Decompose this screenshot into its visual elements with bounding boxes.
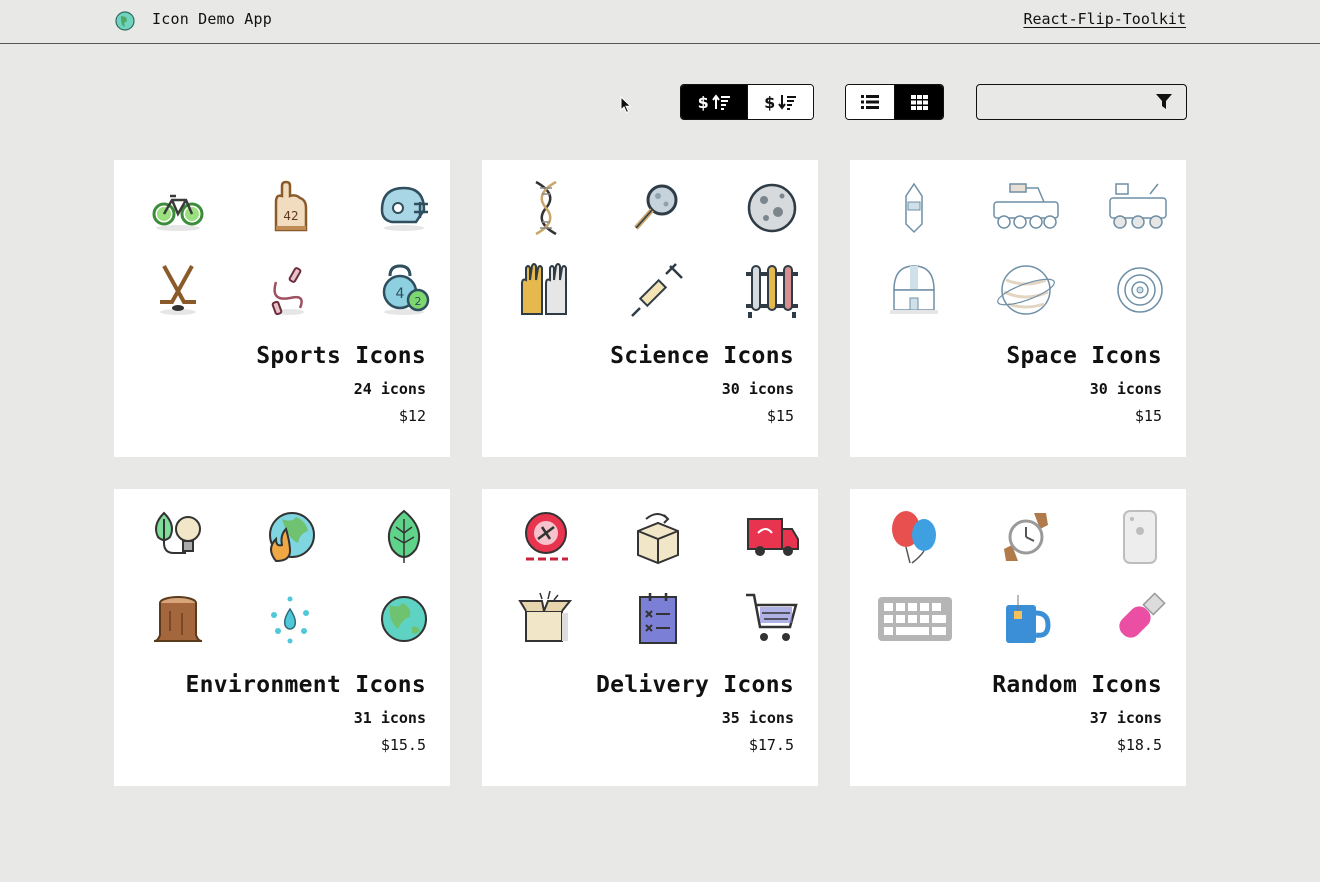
- dna-icon: [535, 180, 557, 236]
- tree-stump-icon: [153, 596, 203, 642]
- environment-icons-card[interactable]: Environment Icons 31 icons $15.5: [114, 489, 450, 786]
- phone-icon: [1123, 510, 1157, 564]
- wristwatch-icon: [1004, 513, 1048, 561]
- sort-amount-down-icon: [778, 95, 797, 110]
- dollar-label: $: [764, 92, 776, 112]
- water-drops-icon: [271, 596, 309, 644]
- sort-price-descending-button[interactable]: $: [746, 85, 813, 119]
- react-flip-toolkit-link[interactable]: React-Flip-Toolkit: [1023, 10, 1186, 28]
- delivery-icons-card[interactable]: Delivery Icons 35 icons $17.5: [482, 489, 818, 786]
- grid-view-button[interactable]: [894, 85, 943, 119]
- card-icon-count: 37 icons: [1089, 709, 1162, 727]
- card-icon-count: 31 icons: [353, 709, 426, 727]
- list-view-button[interactable]: [846, 85, 894, 119]
- earth-icon: [381, 596, 427, 642]
- air-delivery-badge-icon: [525, 512, 568, 561]
- jump-rope-icon: [271, 267, 304, 316]
- filter-field: [976, 84, 1187, 120]
- app-title: Icon Demo App: [152, 10, 272, 28]
- lab-gloves-icon: [521, 263, 567, 315]
- open-box-icon: [518, 591, 573, 642]
- burning-earth-icon: [269, 512, 315, 563]
- mars-rover-icon: [1109, 183, 1167, 229]
- test-tubes-icon: [746, 265, 798, 318]
- card-icon-count: 35 icons: [721, 709, 794, 727]
- science-icons-card[interactable]: Science Icons 30 icons $15: [482, 160, 818, 457]
- orbit-target-icon: [1117, 267, 1163, 313]
- card-title: Sports Icons: [256, 343, 426, 369]
- moon-rover-icon: [993, 183, 1059, 229]
- space-icons-card[interactable]: Space Icons 30 icons $15: [850, 160, 1186, 457]
- checklist-icon: [639, 593, 677, 644]
- magnifying-glass-icon: [634, 184, 678, 230]
- kettlebells-icon: 4 2: [382, 264, 430, 315]
- card-title: Environment Icons: [185, 672, 426, 698]
- leaf-bulb-icon: [155, 511, 201, 554]
- grid-icon: [910, 94, 928, 110]
- list-icon: [861, 95, 879, 109]
- syringe-icon: [631, 263, 683, 317]
- planet-icon: [997, 265, 1055, 315]
- moon-icon: [747, 183, 797, 233]
- foam-finger-icon: 42: [274, 180, 308, 232]
- balloons-icon: [892, 511, 936, 564]
- usb-drive-icon: [1119, 592, 1166, 638]
- package-return-icon: [637, 513, 679, 565]
- random-icons-card[interactable]: Random Icons 37 icons $18.5: [850, 489, 1186, 786]
- leaf-icon: [388, 509, 420, 563]
- tea-mug-icon: [1006, 595, 1051, 643]
- sort-amount-up-icon: [712, 94, 730, 110]
- svg-text:2: 2: [415, 295, 422, 308]
- globe-logo-icon: [115, 11, 135, 31]
- mouse-cursor-icon: [620, 96, 632, 114]
- keyboard-icon: [878, 597, 952, 641]
- sports-icons-card[interactable]: 42 4 2 Sports Icons 24 icons $12: [114, 160, 450, 457]
- filter-icon[interactable]: [1156, 94, 1172, 110]
- hockey-sticks-icon: [160, 265, 196, 315]
- shopping-cart-icon: [746, 593, 798, 641]
- observatory-icon: [890, 265, 938, 314]
- card-price: $15: [766, 407, 794, 425]
- app-header: Icon Demo App React-Flip-Toolkit: [0, 0, 1320, 44]
- card-title: Science Icons: [610, 343, 794, 369]
- view-toggle-group: [845, 84, 944, 120]
- bicycle-icon: [152, 194, 204, 231]
- card-icon-count: 30 icons: [721, 380, 794, 398]
- card-price: $12: [398, 407, 426, 425]
- space-capsule-icon: [905, 182, 923, 234]
- card-icon-count: 30 icons: [1089, 380, 1162, 398]
- filter-input[interactable]: [977, 85, 1147, 119]
- sort-price-ascending-button[interactable]: $: [681, 85, 747, 119]
- card-price: $17.5: [748, 736, 794, 754]
- dollar-label: $: [697, 92, 709, 112]
- football-helmet-icon: [380, 186, 428, 231]
- delivery-truck-icon: [747, 518, 799, 556]
- sort-toggle-group: $ $: [680, 84, 814, 120]
- card-price: $15.5: [380, 736, 426, 754]
- card-title: Space Icons: [1006, 343, 1162, 369]
- card-price: $15: [1134, 407, 1162, 425]
- card-title: Delivery Icons: [595, 672, 794, 698]
- svg-text:42: 42: [283, 209, 298, 223]
- card-icon-count: 24 icons: [353, 380, 426, 398]
- card-title: Random Icons: [992, 672, 1162, 698]
- svg-text:4: 4: [396, 286, 405, 302]
- card-price: $18.5: [1116, 736, 1162, 754]
